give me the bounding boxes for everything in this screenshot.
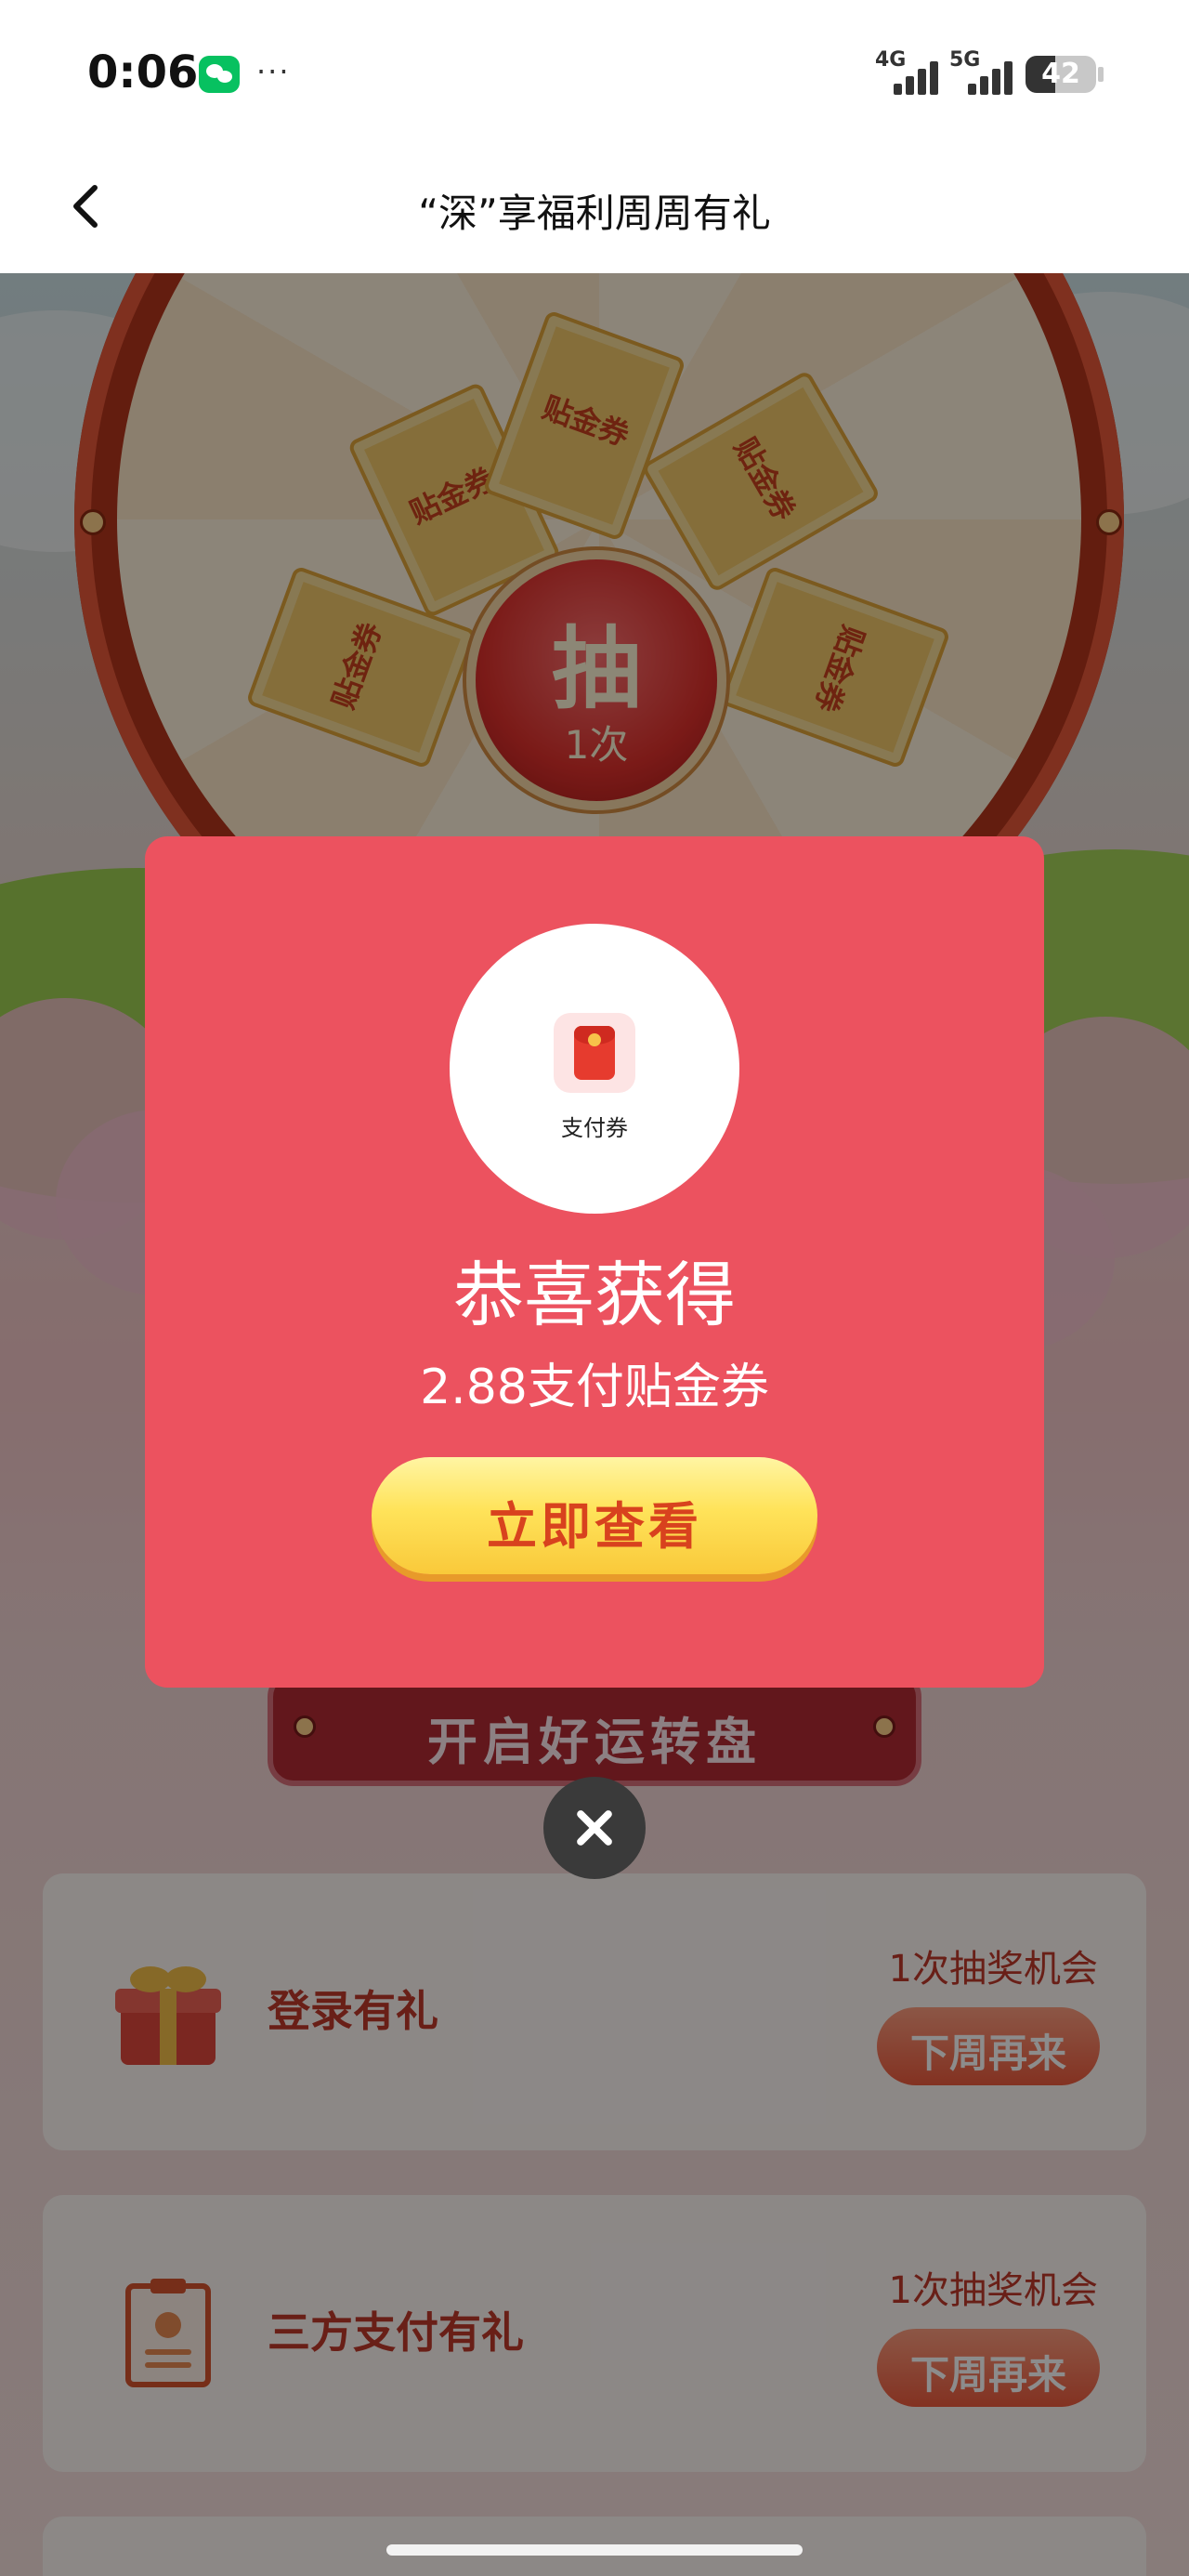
view-now-button[interactable]: 立即查看 — [372, 1457, 817, 1574]
status-time: 0:06 — [87, 46, 199, 99]
signal-4g-icon: 4G — [875, 48, 940, 95]
prize-modal: 支付券 恭喜获得 2.88支付贴金券 立即查看 — [145, 836, 1044, 1688]
view-now-label: 立即查看 — [487, 1497, 702, 1556]
title-bar: “深”享福利周周有礼 — [0, 149, 1189, 273]
prize-type-label: 支付券 — [561, 1115, 628, 1141]
battery-icon: 42 — [1026, 56, 1096, 93]
signal-5g-icon: 5G — [949, 48, 1014, 95]
red-envelope-icon — [554, 1013, 635, 1093]
close-icon[interactable] — [543, 1777, 646, 1879]
prize-badge: 支付券 — [450, 924, 739, 1214]
page-title: “深”享福利周周有礼 — [418, 191, 771, 236]
prize-description: 2.88支付贴金券 — [420, 1360, 769, 1415]
battery-level: 42 — [1041, 58, 1080, 90]
battery-tip — [1098, 67, 1104, 82]
home-indicator[interactable] — [386, 2544, 803, 2556]
wechat-icon — [199, 56, 240, 93]
congrats-title: 恭喜获得 — [453, 1254, 736, 1336]
status-bar: 0:06 ··· 4G 5G 42 — [0, 0, 1189, 149]
more-dots: ··· — [256, 54, 291, 89]
